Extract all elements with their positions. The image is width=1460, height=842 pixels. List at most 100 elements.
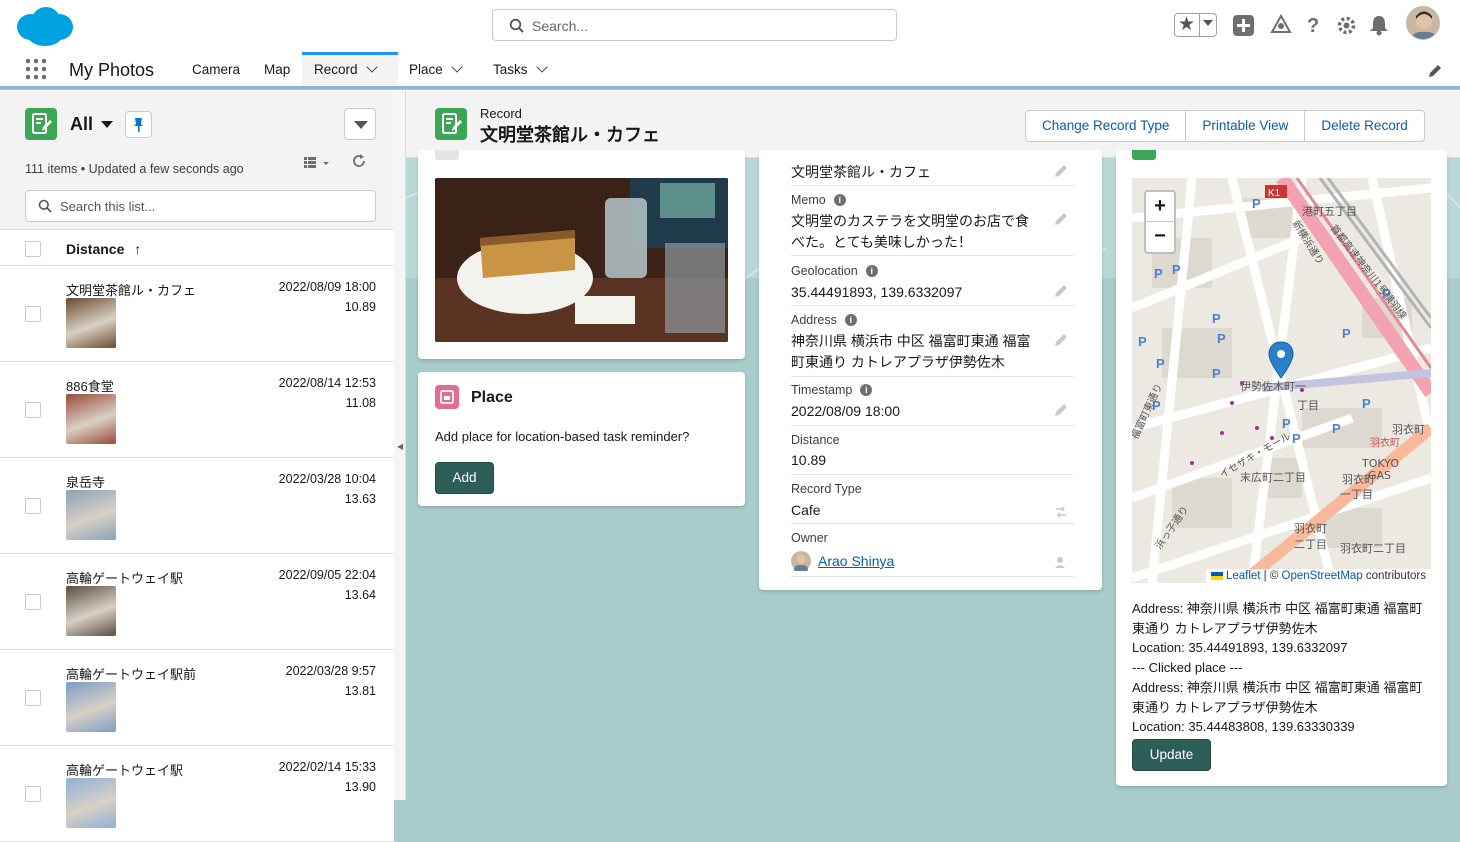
row-name[interactable]: 高輪ゲートウェイ駅 bbox=[66, 568, 183, 587]
list-item[interactable]: 文明堂茶館ル・カフェ 2022/08/09 18:00 10.89 bbox=[0, 266, 394, 362]
chevron-down-icon[interactable] bbox=[535, 61, 548, 73]
zoom-in-button[interactable]: + bbox=[1146, 192, 1174, 222]
row-name[interactable]: 高輪ゲートウェイ駅前 bbox=[66, 664, 196, 683]
info-line: 東通り カトレアプラザ伊勢佐木 bbox=[1132, 620, 1318, 636]
list-item[interactable]: 高輪ゲートウェイ駅 2022/09/05 22:04 13.64 bbox=[0, 554, 394, 650]
edit-pencil-icon[interactable] bbox=[1054, 333, 1068, 347]
info-icon[interactable]: i bbox=[844, 314, 857, 326]
change-type-icon[interactable] bbox=[1054, 505, 1068, 519]
svg-text:P: P bbox=[1332, 421, 1341, 436]
edit-pencil-icon[interactable] bbox=[1054, 284, 1068, 298]
nav-tab-map[interactable]: Map bbox=[264, 52, 290, 86]
zoom-out-button[interactable]: − bbox=[1146, 222, 1174, 252]
nav-tab-record[interactable]: Record bbox=[302, 52, 398, 86]
info-line: --- Clicked place --- bbox=[1132, 660, 1243, 676]
row-name[interactable]: 高輪ゲートウェイ駅 bbox=[66, 760, 183, 779]
chevron-down-icon[interactable] bbox=[365, 61, 378, 73]
osm-link[interactable]: OpenStreetMap bbox=[1282, 570, 1363, 582]
select-all-checkbox[interactable] bbox=[25, 241, 41, 257]
row-date: 2022/03/28 10:04 bbox=[278, 472, 376, 486]
row-thumbnail[interactable] bbox=[66, 682, 116, 732]
gear-icon[interactable] bbox=[1336, 15, 1357, 36]
row-name[interactable]: 文明堂茶館ル・カフェ bbox=[66, 280, 196, 299]
info-icon[interactable]: i bbox=[865, 265, 878, 277]
info-icon[interactable]: i bbox=[833, 194, 846, 206]
refresh-icon[interactable] bbox=[351, 153, 367, 169]
svg-text:P: P bbox=[1292, 431, 1301, 446]
change-record-type-button[interactable]: Change Record Type bbox=[1025, 110, 1187, 142]
app-navigation: My Photos Camera Map Record Place Tasks bbox=[0, 52, 1460, 89]
svg-text:P: P bbox=[1212, 311, 1221, 326]
list-item[interactable]: 高輪ゲートウェイ駅 2022/02/14 15:33 13.90 bbox=[0, 746, 394, 842]
svg-text:丁目: 丁目 bbox=[1297, 399, 1319, 412]
svg-text:P: P bbox=[1282, 416, 1291, 431]
row-checkbox[interactable] bbox=[25, 498, 41, 514]
change-owner-icon[interactable] bbox=[1054, 555, 1068, 569]
list-item[interactable]: 886食堂 2022/08/14 12:53 11.08 bbox=[0, 362, 394, 458]
row-checkbox[interactable] bbox=[25, 306, 41, 322]
info-line: Address: 神奈川県 横浜市 中区 福富町東通 福富町 bbox=[1132, 679, 1423, 695]
list-item[interactable]: 泉岳寺 2022/03/28 10:04 13.63 bbox=[0, 458, 394, 554]
leaflet-map[interactable]: PPPPP PPPPP PPPPP 港町五丁目 伊勢佐木町一 丁目 末広町二丁目… bbox=[1132, 178, 1431, 583]
nav-tab-camera[interactable]: Camera bbox=[192, 52, 240, 86]
global-search-input[interactable]: Search... bbox=[492, 9, 897, 41]
field-address-value-line1: 神奈川県 横浜市 中区 福富町東通 福富 bbox=[791, 333, 1031, 349]
delete-record-button[interactable]: Delete Record bbox=[1304, 110, 1425, 142]
owner-link[interactable]: Arao Shinya bbox=[818, 551, 894, 572]
field-owner-label: Owner bbox=[791, 531, 828, 545]
display-as-table-icon[interactable] bbox=[304, 155, 332, 171]
leaflet-link[interactable]: Leaflet bbox=[1226, 570, 1261, 582]
record-title: 文明堂茶館ル・カフェ bbox=[480, 125, 660, 145]
global-add-icon[interactable] bbox=[1233, 15, 1254, 36]
nav-tab-tasks[interactable]: Tasks bbox=[493, 52, 548, 86]
row-name[interactable]: 886食堂 bbox=[66, 376, 114, 395]
document-edit-icon bbox=[442, 113, 462, 134]
list-view-name[interactable]: All bbox=[70, 114, 93, 135]
svg-text:末広町二丁目: 末広町二丁目 bbox=[1240, 470, 1306, 484]
row-thumbnail[interactable] bbox=[66, 586, 116, 636]
row-checkbox[interactable] bbox=[25, 594, 41, 610]
printable-view-button[interactable]: Printable View bbox=[1185, 110, 1306, 142]
edit-pencil-icon[interactable] bbox=[1054, 164, 1068, 178]
help-icon[interactable]: ? bbox=[1305, 14, 1323, 36]
row-checkbox[interactable] bbox=[25, 690, 41, 706]
favorites-button[interactable]: ★ bbox=[1174, 13, 1217, 37]
list-meta: 111 items • Updated a few seconds ago bbox=[25, 162, 244, 176]
user-avatar[interactable] bbox=[1406, 6, 1440, 40]
row-distance: 13.81 bbox=[344, 684, 376, 698]
edit-pencil-icon[interactable] bbox=[1054, 403, 1068, 417]
column-header-distance[interactable]: Distance ↑ bbox=[66, 241, 141, 257]
row-thumbnail[interactable] bbox=[66, 394, 116, 444]
document-edit-icon bbox=[32, 113, 52, 134]
chevron-down-icon[interactable] bbox=[101, 121, 113, 128]
list-search-input[interactable]: Search this list... bbox=[25, 190, 376, 222]
row-checkbox[interactable] bbox=[25, 402, 41, 418]
svg-text:羽衣町: 羽衣町 bbox=[1392, 422, 1425, 436]
info-icon[interactable]: i bbox=[860, 384, 873, 396]
edit-pencil-icon[interactable] bbox=[1054, 212, 1068, 226]
record-header: Record 文明堂茶館ル・カフェ Change Record Type Pri… bbox=[406, 90, 1460, 158]
edit-nav-pencil-icon[interactable] bbox=[1428, 64, 1442, 78]
row-date: 2022/08/14 12:53 bbox=[278, 376, 376, 390]
row-date: 2022/02/14 15:33 bbox=[278, 760, 376, 774]
panel-splitter[interactable]: ◀ bbox=[394, 90, 406, 800]
trailhead-icon[interactable] bbox=[1270, 14, 1292, 36]
row-thumbnail[interactable] bbox=[66, 778, 116, 828]
update-button[interactable]: Update bbox=[1132, 739, 1211, 771]
svg-text:P: P bbox=[1362, 396, 1371, 411]
record-photo[interactable] bbox=[435, 178, 728, 342]
chevron-down-icon bbox=[1203, 20, 1213, 26]
list-view-controls-button[interactable] bbox=[344, 108, 376, 140]
field-distance: Distance 10.89 bbox=[791, 427, 1074, 475]
pin-list-button[interactable] bbox=[125, 111, 152, 138]
row-name[interactable]: 泉岳寺 bbox=[66, 472, 105, 491]
row-thumbnail[interactable] bbox=[66, 298, 116, 348]
add-place-button[interactable]: Add bbox=[435, 462, 494, 494]
chevron-down-icon[interactable] bbox=[451, 61, 463, 73]
app-launcher-icon[interactable] bbox=[25, 58, 47, 80]
row-thumbnail[interactable] bbox=[66, 490, 116, 540]
nav-tab-place[interactable]: Place bbox=[409, 52, 463, 86]
salesforce-cloud-logo[interactable] bbox=[15, 5, 75, 47]
list-item[interactable]: 高輪ゲートウェイ駅前 2022/03/28 9:57 13.81 bbox=[0, 650, 394, 746]
bell-icon[interactable] bbox=[1369, 14, 1389, 36]
